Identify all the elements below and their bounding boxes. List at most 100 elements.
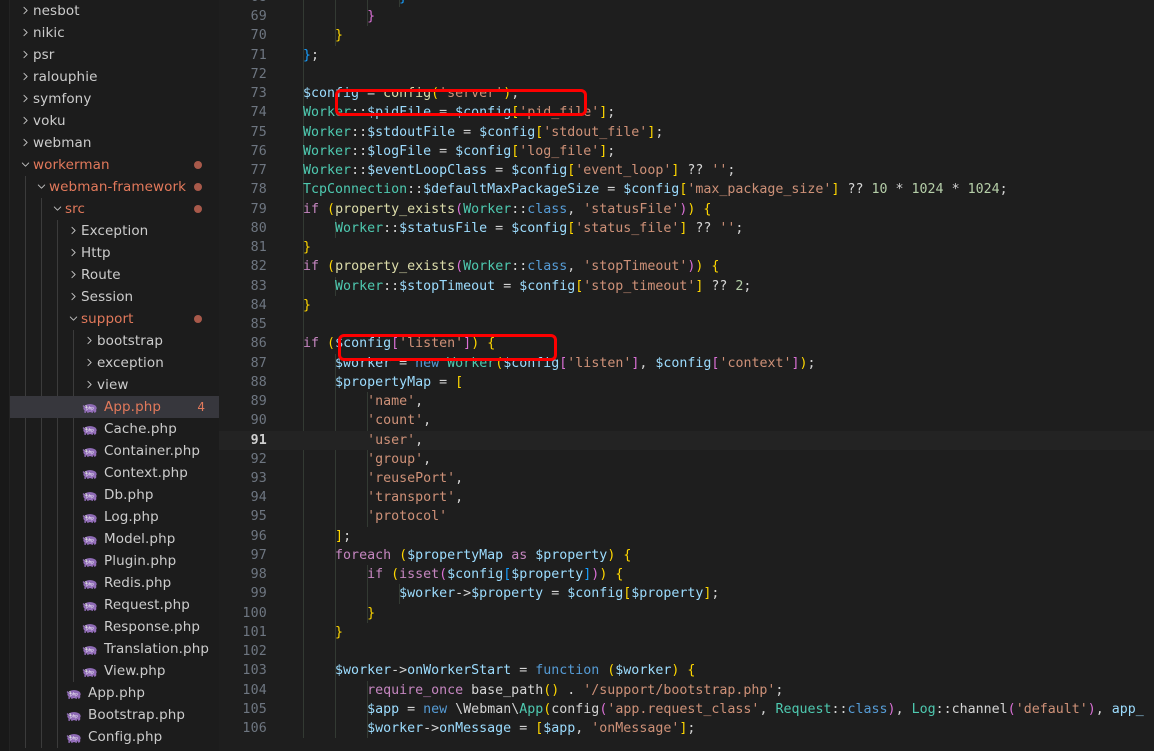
code-line[interactable]: 104 require_once base_path() . '/support…: [219, 681, 1154, 700]
code-line[interactable]: 79 if (property_exists(Worker::class, 's…: [219, 200, 1154, 219]
tree-file-request-php[interactable]: php Request.php: [10, 594, 219, 616]
tree-file-plugin-php[interactable]: php Plugin.php: [10, 550, 219, 572]
tree-folder-webman-framework[interactable]: webman-framework: [10, 176, 219, 198]
code-line[interactable]: 94 'transport',: [219, 488, 1154, 507]
tree-file-config-php[interactable]: php Config.php: [10, 726, 219, 748]
chevron-right-icon[interactable]: [18, 71, 33, 82]
code-line[interactable]: 100 }: [219, 604, 1154, 623]
chevron-down-icon[interactable]: [50, 203, 65, 214]
code-line[interactable]: 105 $app = new \Webman\App(config('app.r…: [219, 700, 1154, 719]
tree-folder-workerman[interactable]: workerman: [10, 154, 219, 176]
code-line[interactable]: 81 }: [219, 238, 1154, 257]
tree-folder-psr[interactable]: psr: [10, 44, 219, 66]
activity-bar[interactable]: [0, 0, 10, 751]
chevron-down-icon[interactable]: [34, 181, 49, 192]
code-line[interactable]: 82 if (property_exists(Worker::class, 's…: [219, 257, 1154, 276]
code-line[interactable]: 91 'user',: [219, 430, 1154, 450]
code-line[interactable]: 76 Worker::$logFile = $config['log_file'…: [219, 142, 1154, 161]
tree-folder-session[interactable]: Session: [10, 286, 219, 308]
tree-file-log-php[interactable]: php Log.php: [10, 506, 219, 528]
chevron-right-icon[interactable]: [18, 137, 33, 148]
code-line[interactable]: 98 if (isset($config[$property])) {: [219, 565, 1154, 584]
chevron-right-icon[interactable]: [82, 357, 97, 368]
code-line[interactable]: 106 $worker->onMessage = [$app, 'onMessa…: [219, 719, 1154, 738]
code-editor[interactable]: 68 }69 }70 }71 };7273 $config = config('…: [219, 0, 1154, 751]
code-line[interactable]: 92 'group',: [219, 450, 1154, 469]
code-line[interactable]: 95 'protocol': [219, 507, 1154, 526]
code-content[interactable]: 68 }69 }70 }71 };7273 $config = config('…: [219, 0, 1154, 751]
tree-folder-exception[interactable]: Exception: [10, 220, 219, 242]
code-line[interactable]: 69 }: [219, 7, 1154, 26]
code-line[interactable]: 101 }: [219, 623, 1154, 642]
tree-file-db-php[interactable]: php Db.php: [10, 484, 219, 506]
tree-folder-bootstrap[interactable]: bootstrap: [10, 330, 219, 352]
tree-folder-webman[interactable]: webman: [10, 132, 219, 154]
chevron-right-icon[interactable]: [66, 269, 81, 280]
chevron-right-icon[interactable]: [82, 335, 97, 346]
tree-file-view-php[interactable]: php View.php: [10, 660, 219, 682]
tree-file-response-php[interactable]: php Response.php: [10, 616, 219, 638]
tree-folder-exception[interactable]: exception: [10, 352, 219, 374]
tree-file-translation-php[interactable]: php Translation.php: [10, 638, 219, 660]
code-line-text: 'user',: [367, 432, 424, 448]
code-line[interactable]: 80 Worker::$statusFile = $config['status…: [219, 219, 1154, 238]
code-line[interactable]: 77 Worker::$eventLoopClass = $config['ev…: [219, 161, 1154, 180]
code-line[interactable]: 87 $worker = new Worker($config['listen'…: [219, 354, 1154, 373]
tree-file-context-php[interactable]: php Context.php: [10, 462, 219, 484]
tree-file-container-php[interactable]: php Container.php: [10, 440, 219, 462]
chevron-down-icon[interactable]: [66, 313, 81, 324]
code-line[interactable]: 72: [219, 65, 1154, 84]
code-line[interactable]: 103 $worker->onWorkerStart = function ($…: [219, 661, 1154, 680]
tree-folder-route[interactable]: Route: [10, 264, 219, 286]
line-number: 98: [250, 567, 267, 583]
code-line[interactable]: 97 foreach ($propertyMap as $property) {: [219, 546, 1154, 565]
explorer-sidebar[interactable]: nesbot nikic psr ralouphie symfony voku webman…: [10, 0, 219, 751]
code-line[interactable]: 85: [219, 315, 1154, 334]
file-tree[interactable]: nesbot nikic psr ralouphie symfony voku webman…: [10, 0, 219, 748]
tree-folder-support[interactable]: support: [10, 308, 219, 330]
code-line[interactable]: 73 $config = config('server');: [219, 84, 1154, 103]
chevron-right-icon[interactable]: [66, 291, 81, 302]
tree-folder-voku[interactable]: voku: [10, 110, 219, 132]
code-line[interactable]: 84 }: [219, 296, 1154, 315]
code-line[interactable]: 96 ];: [219, 527, 1154, 546]
code-line[interactable]: 99 $worker->$property = $config[$propert…: [219, 584, 1154, 603]
tree-file-model-php[interactable]: php Model.php: [10, 528, 219, 550]
chevron-down-icon[interactable]: [18, 159, 33, 170]
code-line[interactable]: 68 }: [219, 0, 1154, 7]
chevron-right-icon[interactable]: [18, 27, 33, 38]
code-line-text: }: [303, 240, 312, 256]
tree-file-cache-php[interactable]: php Cache.php: [10, 418, 219, 440]
tree-file-app-php[interactable]: php App.php: [10, 682, 219, 704]
code-line[interactable]: 86 if ($config['listen']) {: [219, 334, 1154, 353]
tree-folder-src[interactable]: src: [10, 198, 219, 220]
chevron-right-icon[interactable]: [18, 5, 33, 16]
code-line[interactable]: 71 };: [219, 46, 1154, 65]
code-line[interactable]: 93 'reusePort',: [219, 469, 1154, 488]
code-line[interactable]: 88 $propertyMap = [: [219, 373, 1154, 392]
chevron-right-icon[interactable]: [82, 379, 97, 390]
code-line[interactable]: 102: [219, 642, 1154, 661]
chevron-right-icon[interactable]: [18, 115, 33, 126]
tree-file-bootstrap-php[interactable]: php Bootstrap.php: [10, 704, 219, 726]
chevron-right-icon[interactable]: [66, 247, 81, 258]
code-line[interactable]: 75 Worker::$stdoutFile = $config['stdout…: [219, 123, 1154, 142]
tree-folder-symfony[interactable]: symfony: [10, 88, 219, 110]
code-line[interactable]: 74 Worker::$pidFile = $config['pid_file'…: [219, 103, 1154, 122]
code-line[interactable]: 90 'count',: [219, 411, 1154, 430]
tree-file-redis-php[interactable]: php Redis.php: [10, 572, 219, 594]
php-file-icon: php: [82, 466, 98, 482]
code-line[interactable]: 83 Worker::$stopTimeout = $config['stop_…: [219, 277, 1154, 296]
tree-file-app-php[interactable]: php App.php 4: [10, 396, 219, 418]
tree-folder-nesbot[interactable]: nesbot: [10, 0, 219, 22]
chevron-right-icon[interactable]: [18, 49, 33, 60]
chevron-right-icon[interactable]: [66, 225, 81, 236]
chevron-right-icon[interactable]: [18, 93, 33, 104]
code-line[interactable]: 78 TcpConnection::$defaultMaxPackageSize…: [219, 180, 1154, 199]
code-line[interactable]: 89 'name',: [219, 392, 1154, 411]
tree-folder-view[interactable]: view: [10, 374, 219, 396]
tree-folder-ralouphie[interactable]: ralouphie: [10, 66, 219, 88]
tree-folder-http[interactable]: Http: [10, 242, 219, 264]
tree-folder-nikic[interactable]: nikic: [10, 22, 219, 44]
code-line[interactable]: 70 }: [219, 26, 1154, 45]
